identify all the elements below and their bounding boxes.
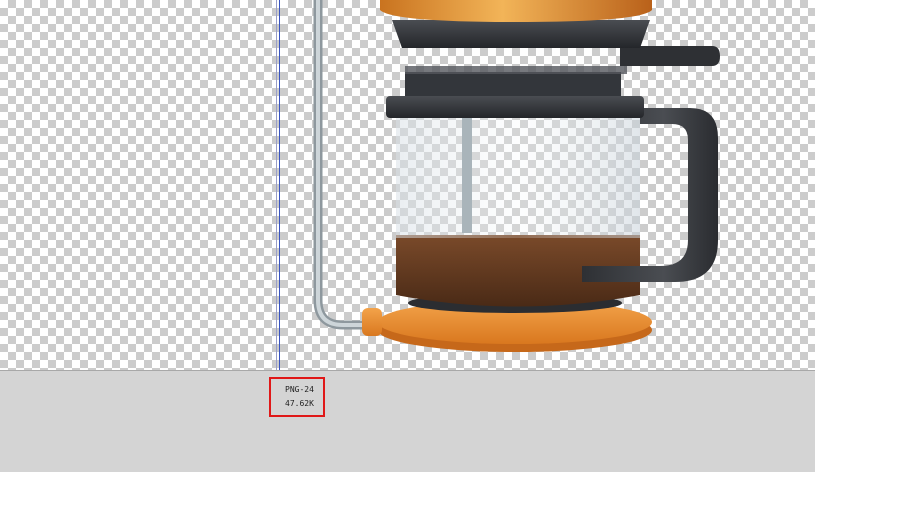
status-bar — [0, 431, 815, 472]
optimization-info-bar — [0, 370, 815, 432]
coffee-maker-image — [313, 0, 720, 352]
optimized-preview-panel — [280, 0, 815, 370]
file-info-highlight-box — [269, 377, 325, 417]
panel-divider — [276, 0, 277, 430]
guide-line-vertical — [279, 0, 280, 425]
